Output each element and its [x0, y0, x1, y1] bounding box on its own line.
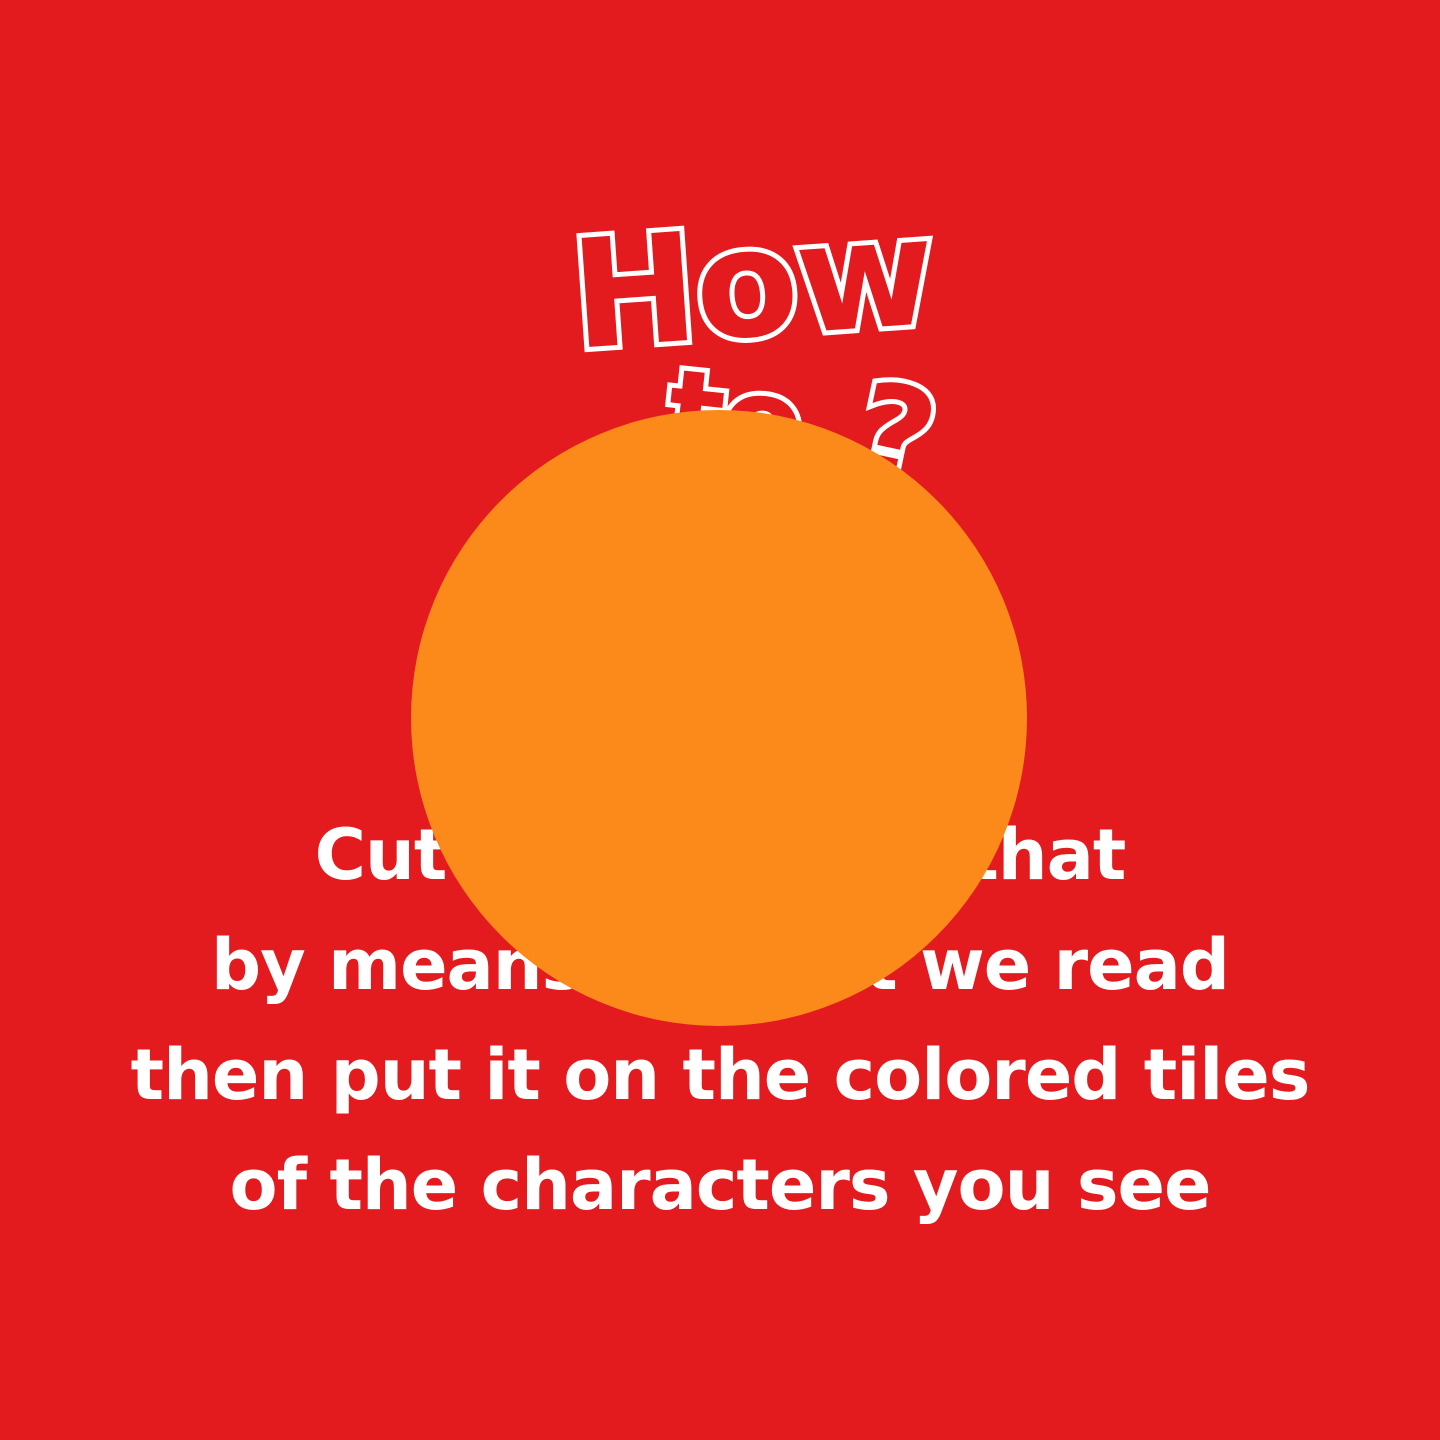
orange-circle	[411, 410, 1027, 1026]
title-how: How	[561, 180, 943, 389]
instruction-line-3: then put it on the colored tiles	[130, 1034, 1311, 1116]
slide-canvas: How to ? Cut out the card that by means …	[0, 0, 1440, 1440]
instruction-line-4: of the characters you see	[229, 1144, 1212, 1226]
